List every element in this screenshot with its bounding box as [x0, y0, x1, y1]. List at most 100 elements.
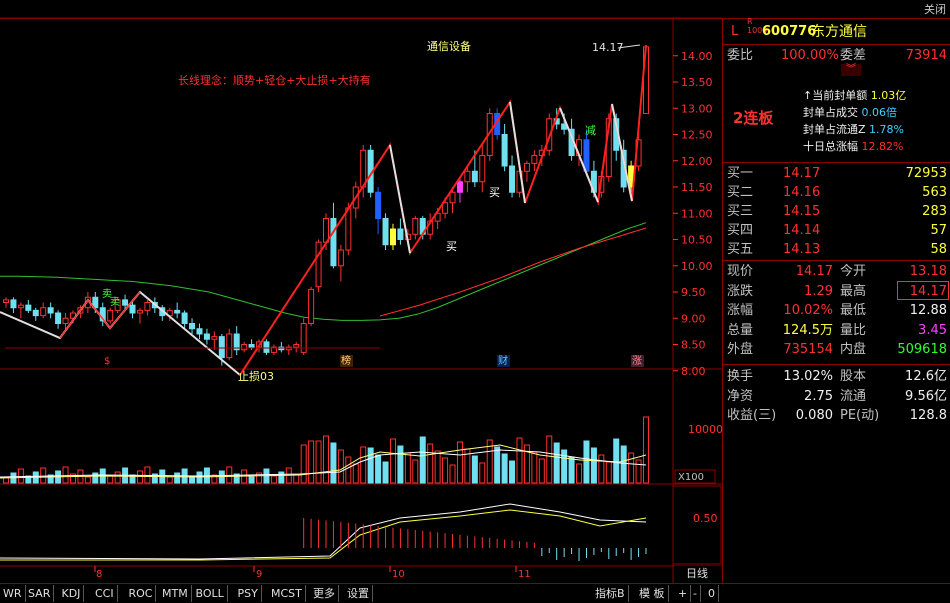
tab-sar[interactable]: SAR	[25, 585, 55, 602]
fundamental-row: 净资 2.75 流通 9.56亿	[727, 388, 947, 404]
volume-bar	[546, 435, 553, 484]
candle-body	[32, 309, 39, 317]
candle-body	[523, 162, 530, 172]
tab-mtm[interactable]: MTM	[159, 585, 192, 602]
order-ratio-row: 委比 100.00% 委差 73914	[727, 48, 947, 63]
event-marker[interactable]: 榜	[341, 354, 351, 367]
candle-body	[501, 134, 508, 167]
trend-pullback	[559, 107, 599, 203]
bid-row[interactable]: 买四 14.14 57	[723, 221, 950, 240]
candle-body	[293, 344, 300, 348]
philosophy-label: 长线理念：顺势+轻仓+大止损+大持有	[178, 73, 371, 87]
candle-body	[47, 307, 54, 314]
fundamental-row: 换手 13.02% 股本 12.6亿	[727, 369, 947, 384]
volume-bar	[107, 475, 114, 484]
trend-lines	[0, 44, 647, 376]
indicator-tick: 0.50	[693, 512, 718, 525]
bid-row[interactable]: 买二 14.16 563	[723, 183, 950, 202]
tab-设置[interactable]: 设置	[344, 585, 373, 602]
volume-bar	[412, 459, 419, 484]
tab-right-2[interactable]: +	[675, 585, 692, 602]
volume-bar	[583, 440, 590, 484]
volume-bar	[92, 472, 99, 484]
close-button[interactable]: 关闭	[924, 1, 946, 17]
stop-loss-label: 止损03	[238, 369, 274, 383]
svg-text:9: 9	[256, 569, 262, 580]
tab-right-3[interactable]: -	[690, 585, 701, 602]
tab-right-1[interactable]: 模 板	[636, 585, 669, 602]
sell-signal-label: 卖	[110, 296, 120, 308]
candle-body	[531, 155, 538, 164]
volume-bar	[538, 458, 545, 484]
candle-body	[308, 288, 315, 324]
tab-psy[interactable]: PSY	[235, 585, 262, 602]
price-tick-label: 12.50	[681, 129, 713, 142]
volume-bar	[516, 437, 523, 484]
high-price-box	[897, 281, 949, 300]
event-marker[interactable]: $	[104, 356, 110, 367]
candle-body	[203, 333, 210, 340]
volume-bar	[471, 455, 478, 484]
candle-body	[25, 304, 32, 311]
candle-body	[10, 299, 17, 309]
price-tick-label: 8.50	[681, 339, 706, 352]
candle-body	[345, 207, 352, 251]
expand-icon[interactable]: ︾	[841, 64, 861, 76]
volume-bar	[605, 461, 612, 484]
price-axis: 14.00 13.50 13.00 12.50 12.00 11.50 11.00 10.50…	[673, 50, 713, 378]
candle-body	[456, 181, 463, 193]
quote-row: 现价 14.17 今开 13.18	[727, 264, 947, 279]
time-axis: 8 9 10 11	[94, 566, 531, 580]
candle-body	[218, 336, 225, 359]
volume-bar	[419, 436, 426, 484]
chart-annotations: 通信设备 长线理念：顺势+轻仓+大止损+大持有 14.17 止损03 买 买 减…	[5, 39, 644, 383]
svg-text:11: 11	[518, 569, 531, 580]
tab-cci[interactable]: CCI	[92, 585, 118, 602]
volume-bar	[494, 446, 501, 484]
volume-bar	[248, 476, 255, 484]
volume-bar	[628, 452, 635, 484]
tab-roc[interactable]: ROC	[126, 585, 157, 602]
event-marker[interactable]: 财	[498, 354, 508, 367]
price-tick-label: 10.50	[681, 234, 713, 247]
candle-body	[241, 344, 248, 351]
volume-bar	[114, 471, 121, 484]
candle-body	[144, 302, 151, 311]
volume-bar	[293, 474, 300, 484]
period-label[interactable]: 日线	[686, 566, 708, 580]
tab-right-0[interactable]: 指标B	[592, 585, 629, 602]
limit-up-streak: 2连板	[733, 109, 774, 127]
tab-right-4[interactable]: 0	[705, 585, 719, 602]
tab-更多[interactable]: 更多	[310, 585, 339, 602]
volume-bar	[352, 463, 359, 484]
svg-text:10: 10	[392, 569, 405, 580]
reduce-signal-label: 减	[585, 124, 596, 137]
candle-body	[389, 228, 396, 246]
tab-kdj[interactable]: KDJ	[59, 585, 85, 602]
bid-row[interactable]: 买五 14.13 58	[723, 240, 950, 259]
volume-bar	[166, 476, 173, 484]
candle-body	[382, 218, 389, 246]
tab-boll[interactable]: BOLL	[193, 585, 228, 602]
candle-body	[122, 299, 129, 306]
candle-body	[479, 155, 486, 183]
chart-frame	[0, 17, 722, 583]
price-tick-label: 11.00	[681, 207, 713, 220]
volume-bar	[84, 476, 91, 484]
volume-bar	[345, 456, 352, 484]
stock-chart[interactable]: 14.00 13.50 13.00 12.50 12.00 11.50 11.00 10.50…	[0, 0, 722, 583]
volume-unit: X100	[678, 472, 704, 483]
event-marker[interactable]: 涨	[632, 355, 642, 367]
stock-code: 600776	[762, 24, 817, 39]
ma-line-long	[379, 227, 647, 317]
volume-bar	[613, 438, 620, 484]
price-tick-label: 12.00	[681, 155, 713, 168]
volume-bar	[174, 472, 181, 484]
tab-mcst[interactable]: MCST	[268, 585, 306, 602]
candle-body	[412, 218, 419, 235]
quote-row: 外盘 735154 内盘 509618	[727, 342, 947, 357]
volume-bar	[576, 463, 583, 484]
tab-wr[interactable]: WR	[0, 585, 26, 602]
bid-row[interactable]: 买一 14.17 72953	[723, 164, 950, 183]
bid-row[interactable]: 买三 14.15 283	[723, 202, 950, 221]
